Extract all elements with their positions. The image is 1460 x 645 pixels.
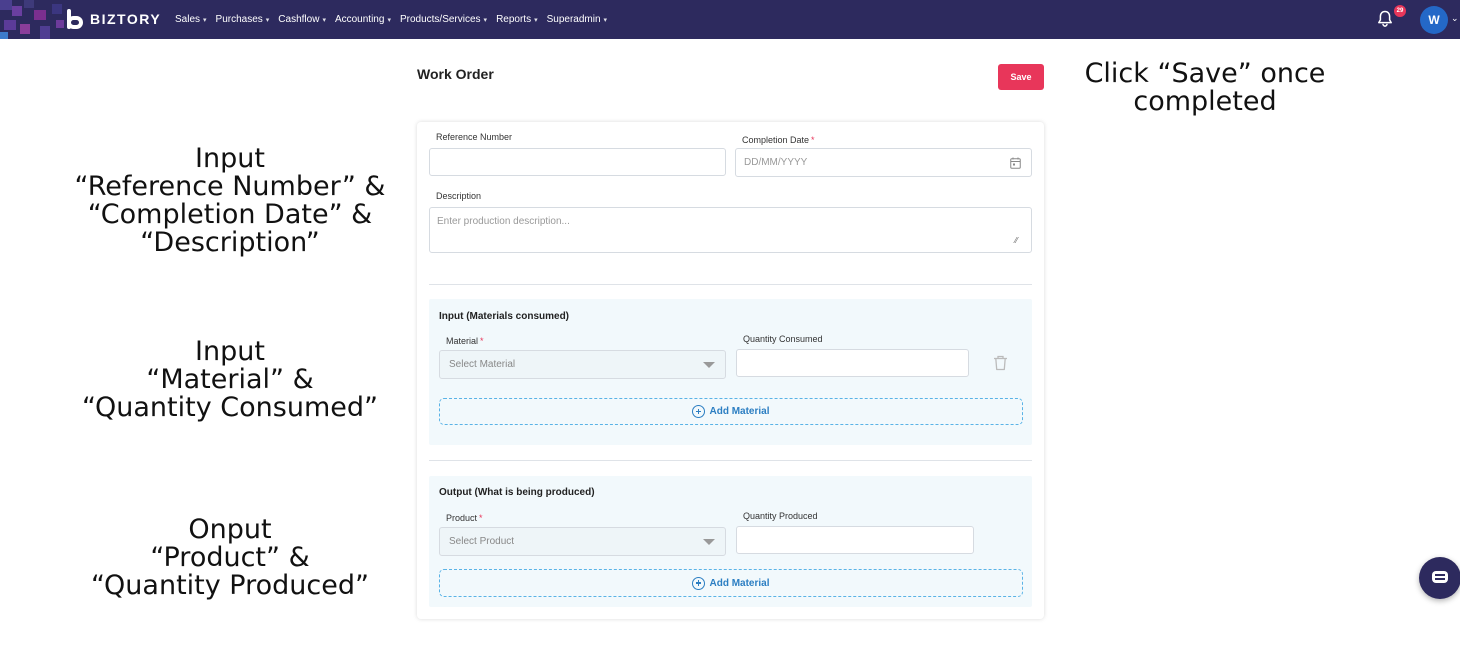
section-divider [429, 460, 1032, 461]
notification-badge: 29 [1394, 5, 1406, 17]
chevron-down-icon: ▾ [483, 17, 488, 24]
add-product-button[interactable]: Add Material [439, 569, 1023, 597]
annotation-line: Onput [188, 514, 272, 545]
chevron-down-icon: ▾ [265, 17, 270, 24]
description-label: Description [436, 191, 482, 201]
input-section-title: Input (Materials consumed) [439, 311, 570, 322]
plus-circle-icon [692, 405, 706, 418]
product-label: Product * [446, 513, 483, 523]
menu-cashflow[interactable]: Cashflow ▾ [278, 14, 326, 25]
add-material-button[interactable]: Add Material [439, 398, 1023, 425]
product-label-text: Product [446, 513, 478, 523]
bell-icon[interactable] [1377, 10, 1393, 28]
menu-purchases[interactable]: Purchases ▾ [216, 14, 270, 25]
annotation-line: “Product” & [150, 542, 310, 573]
save-button[interactable]: Save [998, 64, 1044, 90]
description-textarea[interactable] [429, 207, 1032, 253]
annotation-line: “Material” & [146, 364, 314, 395]
add-material-label: Add Material [709, 406, 770, 417]
annotation-line: Click “Save” once [1084, 58, 1326, 89]
input-materials-section: Input (Materials consumed) Material * Sel… [429, 299, 1032, 445]
output-section-title: Output (What is being produced) [439, 487, 595, 498]
quantity-produced-label: Quantity Produced [743, 511, 818, 521]
output-products-section: Output (What is being produced) Product *… [429, 476, 1032, 607]
required-marker: * [480, 336, 484, 346]
reference-number-label: Reference Number [436, 132, 513, 142]
annotation-line: Input [195, 143, 265, 174]
material-select-placeholder: Select Material [449, 359, 516, 370]
section-divider [429, 284, 1032, 285]
page-title: Work Order [417, 66, 494, 82]
chevron-down-icon: ▾ [203, 17, 207, 24]
chevron-down-icon: ▾ [603, 17, 608, 24]
annotation-line: “Description” [140, 227, 320, 258]
reference-number-input[interactable] [429, 148, 726, 176]
completion-date-label-text: Completion Date [742, 135, 810, 145]
required-marker: * [811, 135, 815, 145]
chat-bubble-icon [1432, 571, 1448, 583]
dropdown-arrow-icon [703, 361, 715, 368]
plus-circle-icon [692, 576, 706, 590]
annotation-reference: Input “Reference Number” & “Completion D… [40, 145, 420, 257]
annotation-line: “Quantity Consumed” [82, 392, 378, 423]
quantity-produced-input[interactable] [736, 526, 974, 554]
quantity-consumed-input[interactable] [736, 349, 969, 377]
material-label: Material * [446, 336, 484, 346]
biztory-logo-icon [66, 9, 84, 29]
material-label-text: Material [446, 336, 479, 346]
annotation-line: Input [195, 336, 265, 367]
annotation-line: completed [1133, 86, 1277, 117]
chat-widget-button[interactable] [1419, 557, 1460, 599]
annotation-save: Click “Save” once completed [1065, 60, 1345, 116]
trash-icon[interactable] [993, 355, 1008, 376]
annotation-material: Input “Material” & “Quantity Consumed” [40, 338, 420, 422]
chevron-down-icon[interactable]: ⌄ [1451, 13, 1459, 24]
chevron-down-icon: ▾ [534, 17, 538, 24]
menu-accounting[interactable]: Accounting ▾ [335, 14, 391, 25]
dropdown-arrow-icon [703, 538, 715, 545]
annotation-line: “Reference Number” & [74, 171, 386, 202]
brand-name: BIZTORY [90, 11, 162, 27]
annotation-line: “Quantity Produced” [91, 570, 369, 601]
resize-grip-icon[interactable]: ⁄⁄ [1015, 236, 1018, 245]
material-select[interactable]: Select Material [439, 350, 726, 379]
menu-sales[interactable]: Sales ▾ [175, 14, 207, 25]
product-select[interactable]: Select Product [439, 527, 726, 556]
chevron-down-icon: ▾ [387, 17, 391, 24]
required-marker: * [479, 513, 483, 523]
completion-date-input[interactable] [735, 148, 1032, 177]
work-order-form-card: Reference Number Completion Date* Descri… [417, 122, 1044, 619]
annotation-line: “Completion Date” & [87, 199, 373, 230]
completion-date-label: Completion Date * [742, 135, 815, 145]
main-menu: Sales ▾ Purchases ▾ Cashflow ▾ Accounting ▾ … [175, 0, 607, 39]
brand-logo[interactable]: BIZTORY [66, 9, 161, 29]
calendar-icon[interactable] [1010, 156, 1021, 174]
add-product-label: Add Material [709, 577, 770, 589]
menu-products-services[interactable]: Products/Services ▾ [400, 14, 487, 25]
menu-superadmin[interactable]: Superadmin ▾ [547, 14, 607, 25]
annotation-product: Onput “Product” & “Quantity Produced” [40, 516, 420, 600]
menu-reports[interactable]: Reports ▾ [496, 14, 538, 25]
quantity-consumed-label: Quantity Consumed [743, 334, 823, 344]
product-select-placeholder: Select Product [449, 536, 515, 547]
user-avatar[interactable]: W [1420, 6, 1448, 34]
top-navbar: BIZTORY Sales ▾ Purchases ▾ Cashflow ▾ Acco… [0, 0, 1460, 39]
chevron-down-icon: ▾ [322, 17, 326, 24]
